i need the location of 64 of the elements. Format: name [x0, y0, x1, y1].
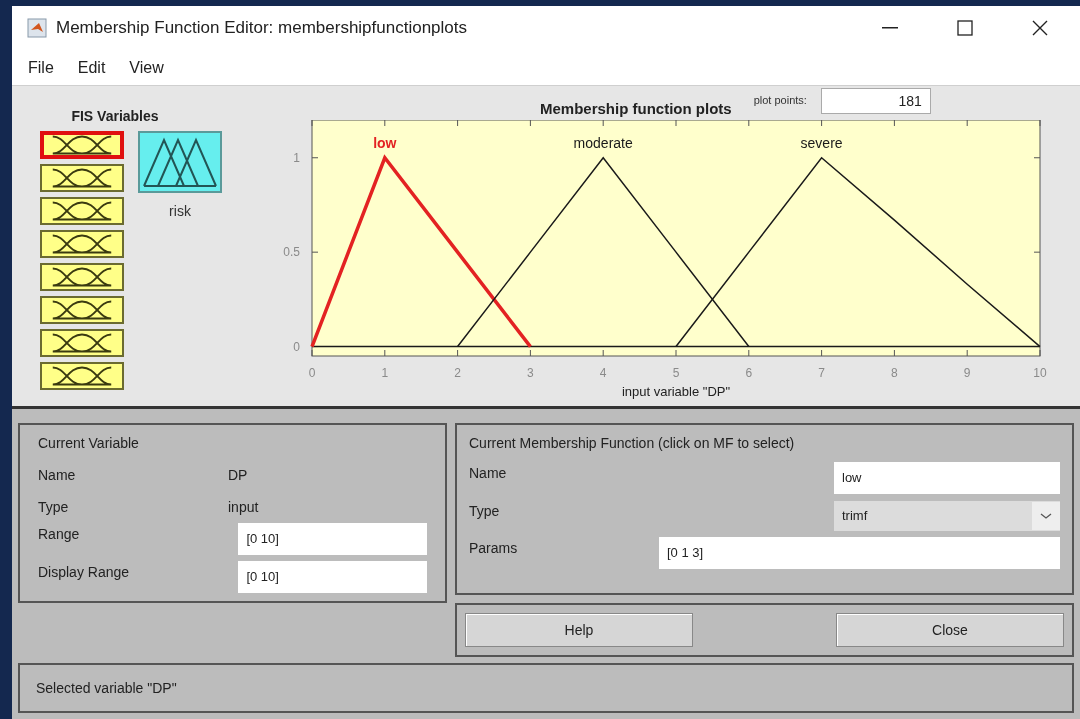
- membership-curve[interactable]: [456, 156, 750, 348]
- input-variable-tile[interactable]: [40, 329, 124, 357]
- chevron-down-icon: [1032, 502, 1060, 530]
- dialog-button[interactable]: Close: [836, 613, 1064, 647]
- x-tick-label: 6: [745, 366, 753, 380]
- x-tick-label: 7: [818, 366, 825, 380]
- plot-points-field[interactable]: 181: [820, 88, 931, 114]
- chart-title: Membership function plots: [540, 99, 732, 119]
- range-field[interactable]: [0 10]: [238, 523, 427, 555]
- display-range-field[interactable]: [0 10]: [238, 561, 427, 593]
- input-variable-tile[interactable]: [40, 131, 124, 159]
- menu-item[interactable]: View: [129, 55, 164, 80]
- input-variable-tile[interactable]: [40, 362, 124, 390]
- name-field[interactable]: low: [834, 462, 1060, 494]
- x-tick-label: 10: [1033, 366, 1047, 380]
- y-tick-label: 0.5: [283, 245, 300, 260]
- x-tick-label: 8: [891, 366, 898, 380]
- minimize-icon: [882, 27, 898, 29]
- membership-curve[interactable]: [675, 156, 1041, 348]
- field-label: Params: [469, 538, 519, 558]
- curve-label: moderate: [573, 134, 633, 151]
- field-value: DP: [228, 466, 248, 486]
- close-icon: [1032, 20, 1048, 36]
- field-label: Display Range: [38, 562, 131, 582]
- x-tick-label: 2: [454, 366, 461, 380]
- output-variable-tile[interactable]: [138, 131, 222, 193]
- menu-item[interactable]: File: [28, 55, 54, 80]
- field-label: Range: [38, 524, 81, 544]
- params-field[interactable]: [0 1 3]: [659, 537, 1060, 569]
- status-text: Selected variable "DP": [36, 678, 177, 698]
- x-tick-label: 0: [308, 366, 316, 380]
- app-icon: [26, 18, 48, 38]
- input-variable-tile[interactable]: [40, 164, 124, 192]
- input-variable-tile[interactable]: [40, 230, 124, 258]
- panel-title: FIS Variables: [70, 107, 160, 126]
- field-value: input: [228, 497, 259, 517]
- y-tick-label: 1: [293, 150, 300, 165]
- x-tick-label: 1: [381, 366, 389, 380]
- curve-label: low: [373, 134, 397, 151]
- type-dropdown[interactable]: trimf: [834, 501, 1060, 531]
- field-label: Name: [469, 463, 508, 483]
- menu-item[interactable]: Edit: [77, 55, 106, 80]
- panel-title: Current Variable: [38, 434, 140, 453]
- x-tick-label: 4: [599, 366, 607, 380]
- membership-curve[interactable]: [310, 154, 532, 348]
- dialog-button[interactable]: Help: [465, 613, 693, 647]
- y-tick-label: 0: [293, 339, 300, 354]
- field-label: Type: [469, 501, 501, 521]
- maximize-icon: [957, 20, 973, 36]
- field-label: Type: [38, 497, 70, 517]
- x-tick-label: 9: [963, 366, 971, 380]
- x-axis-label: input variable "DP": [621, 384, 731, 399]
- triangles-icon: [142, 136, 218, 188]
- input-variable-tile[interactable]: [40, 263, 124, 291]
- input-variable-tile[interactable]: [40, 296, 124, 324]
- x-tick-label: 3: [527, 366, 534, 380]
- x-tick-label: 5: [672, 366, 680, 380]
- curve-label: severe: [800, 134, 843, 151]
- variable-label: risk: [169, 202, 191, 221]
- input-variable-tile[interactable]: [40, 197, 124, 225]
- panel-title: Current Membership Function (click on MF to select): [469, 434, 796, 453]
- window-title: Membership Function Editor: membershipfunctionplots: [56, 17, 468, 40]
- field-label: Name: [38, 466, 77, 486]
- plot-points-label: plot points:: [753, 93, 807, 108]
